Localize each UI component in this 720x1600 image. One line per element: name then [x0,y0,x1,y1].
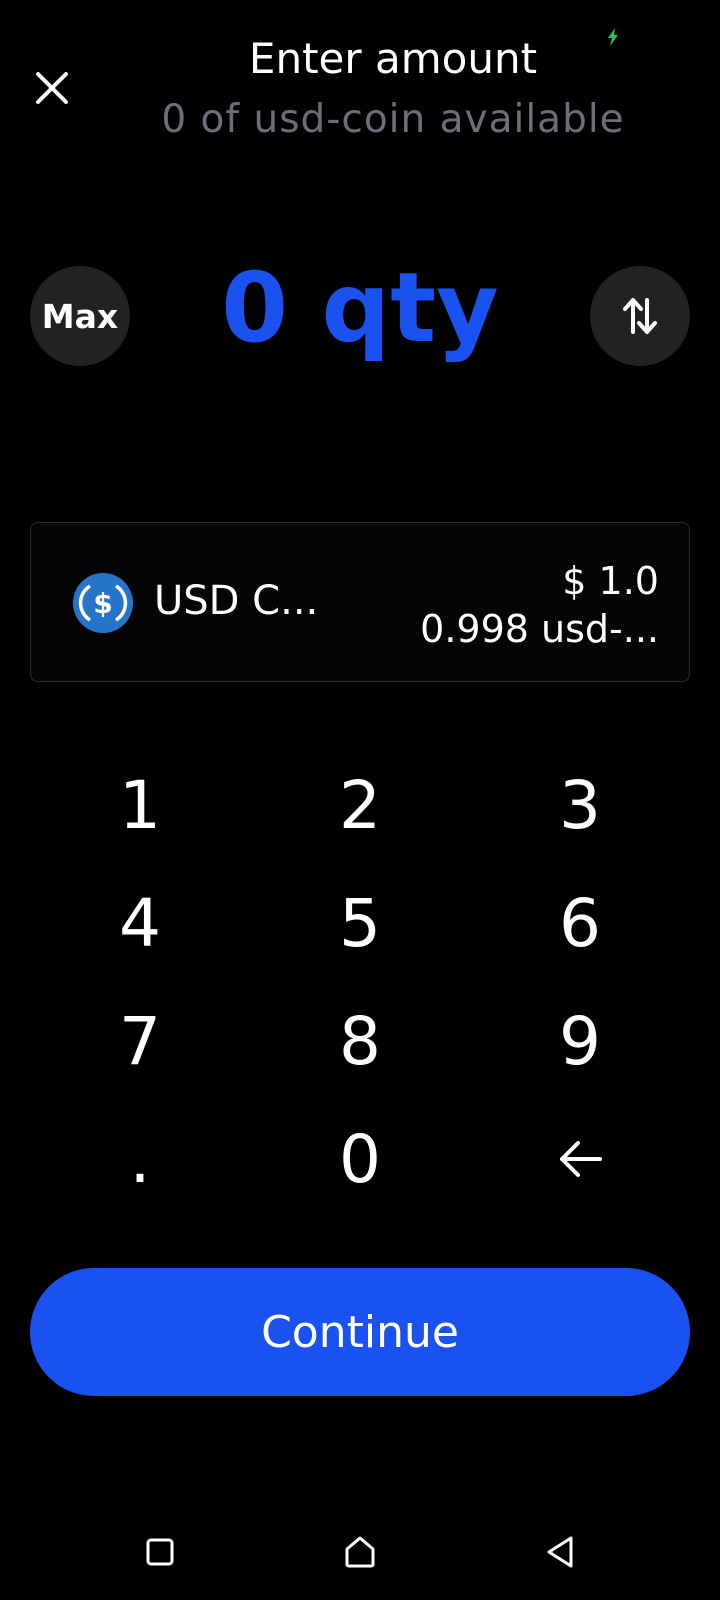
usd-coin-icon: $ [73,573,133,633]
swap-units-button[interactable] [590,266,690,366]
asset-selector-card[interactable]: $ USD C... $ 1.0 0.998 usd-... [30,522,690,682]
key-5[interactable]: 5 [260,873,460,973]
home-button[interactable] [338,1530,382,1574]
key-9[interactable]: 9 [480,991,680,1091]
max-button-label: Max [41,296,119,336]
back-triangle-icon [547,1536,573,1568]
key-2[interactable]: 2 [260,755,460,855]
key-4[interactable]: 4 [40,873,240,973]
home-icon [345,1536,375,1568]
key-6[interactable]: 6 [480,873,680,973]
svg-text:$: $ [93,587,112,620]
key-0[interactable]: 0 [260,1109,460,1209]
page-title: Enter amount [248,34,538,83]
backspace-arrow-icon [560,1141,602,1177]
recents-square-icon [146,1538,174,1566]
key-8[interactable]: 8 [260,991,460,1091]
backspace-key[interactable] [480,1109,680,1209]
recents-button[interactable] [138,1530,182,1574]
asset-quantity: 0.998 usd-... [420,607,659,651]
key-3[interactable]: 3 [480,755,680,855]
key-decimal[interactable]: . [40,1109,240,1209]
max-button[interactable]: Max [30,266,130,366]
available-balance-text: 0 of usd-coin available [161,97,625,142]
amount-display: 0 qty [221,252,499,364]
back-button[interactable] [538,1530,582,1574]
swap-vertical-icon [623,298,657,334]
key-7[interactable]: 7 [40,991,240,1091]
asset-price: $ 1.0 [562,559,659,603]
continue-button-label: Continue [261,1306,459,1358]
key-1[interactable]: 1 [40,755,240,855]
continue-button[interactable]: Continue [30,1268,690,1396]
asset-name: USD C... [154,578,319,624]
